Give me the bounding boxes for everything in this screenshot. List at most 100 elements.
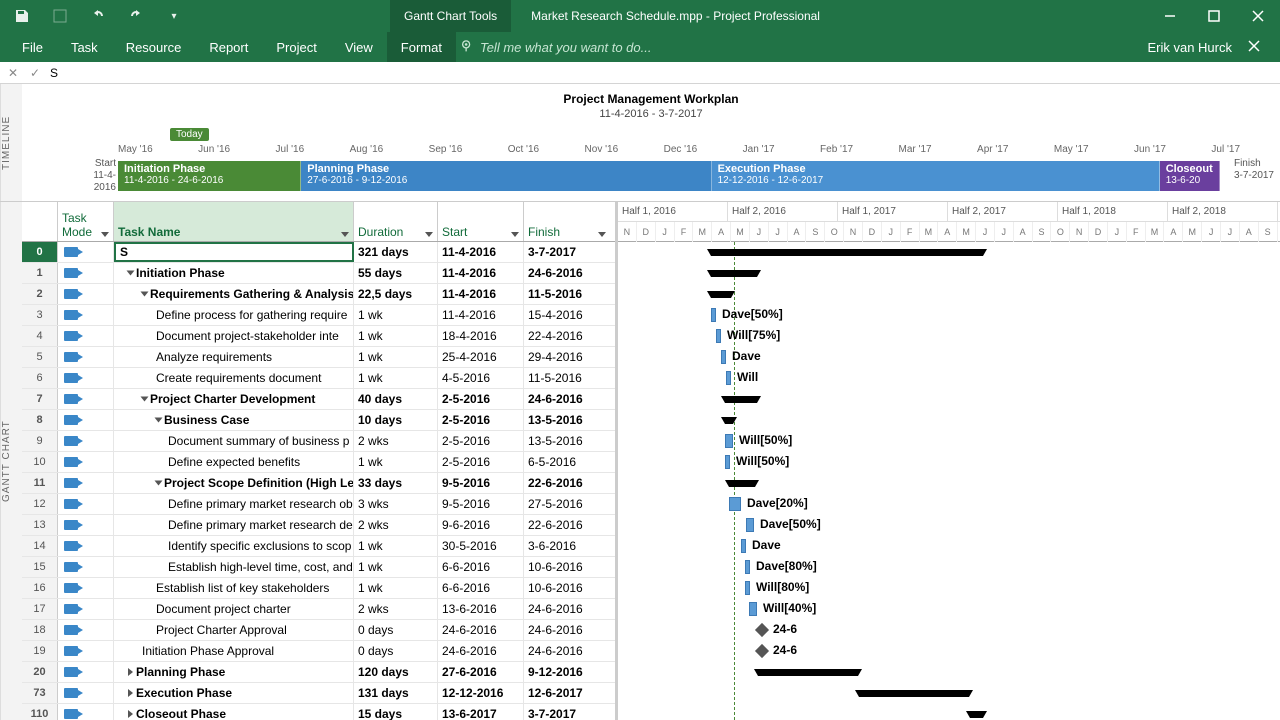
task-row[interactable]: 16Establish list of key stakeholders1 wk…	[22, 578, 615, 599]
start-cell[interactable]: 2-5-2016	[438, 431, 524, 451]
gantt-task-bar[interactable]	[749, 602, 757, 616]
finish-cell[interactable]: 24-6-2016	[524, 620, 610, 640]
task-name-cell[interactable]: Project Charter Development	[114, 389, 354, 409]
chevron-down-icon[interactable]	[511, 232, 519, 237]
duration-cell[interactable]: 22,5 days	[354, 284, 438, 304]
undo-icon[interactable]	[88, 6, 108, 26]
row-id[interactable]: 3	[22, 305, 58, 325]
ribbon-tab-file[interactable]: File	[8, 32, 57, 62]
start-cell[interactable]: 13-6-2016	[438, 599, 524, 619]
col-finish[interactable]: Finish	[524, 202, 610, 241]
close-button[interactable]	[1236, 0, 1280, 32]
ribbon-close-icon[interactable]	[1248, 40, 1260, 55]
gantt-task-bar[interactable]	[746, 518, 754, 532]
task-name-cell[interactable]: S	[114, 242, 354, 262]
task-row[interactable]: 10Define expected benefits1 wk2-5-20166-…	[22, 452, 615, 473]
tell-me-search[interactable]: Tell me what you want to do...	[460, 40, 652, 55]
row-id[interactable]: 11	[22, 473, 58, 493]
task-name-cell[interactable]: Requirements Gathering & Analysis	[114, 284, 354, 304]
ribbon-tab-project[interactable]: Project	[262, 32, 330, 62]
start-cell[interactable]: 11-4-2016	[438, 242, 524, 262]
row-id[interactable]: 13	[22, 515, 58, 535]
minimize-button[interactable]	[1148, 0, 1192, 32]
task-mode-cell[interactable]	[58, 515, 114, 535]
gantt-task-bar[interactable]	[725, 455, 730, 469]
duration-cell[interactable]: 1 wk	[354, 305, 438, 325]
finish-cell[interactable]: 9-12-2016	[524, 662, 610, 682]
task-row[interactable]: 14Identify specific exclusions to scop1 …	[22, 536, 615, 557]
task-row[interactable]: 18Project Charter Approval0 days24-6-201…	[22, 620, 615, 641]
finish-cell[interactable]: 11-5-2016	[524, 368, 610, 388]
task-mode-cell[interactable]	[58, 305, 114, 325]
task-mode-cell[interactable]	[58, 326, 114, 346]
task-row[interactable]: 20Planning Phase120 days27-6-20169-12-20…	[22, 662, 615, 683]
start-cell[interactable]: 30-5-2016	[438, 536, 524, 556]
start-cell[interactable]: 24-6-2016	[438, 620, 524, 640]
duration-cell[interactable]: 55 days	[354, 263, 438, 283]
task-name-cell[interactable]: Execution Phase	[114, 683, 354, 703]
start-cell[interactable]: 27-6-2016	[438, 662, 524, 682]
outline-toggle-icon[interactable]	[141, 291, 149, 296]
gantt-task-bar[interactable]	[721, 350, 726, 364]
row-id[interactable]: 10	[22, 452, 58, 472]
entry-input[interactable]	[48, 66, 1276, 80]
task-mode-cell[interactable]	[58, 452, 114, 472]
gantt-summary-bar[interactable]	[711, 270, 757, 277]
start-cell[interactable]: 18-4-2016	[438, 326, 524, 346]
task-row[interactable]: 19Initiation Phase Approval0 days24-6-20…	[22, 641, 615, 662]
duration-cell[interactable]: 33 days	[354, 473, 438, 493]
outline-toggle-icon[interactable]	[127, 270, 135, 275]
task-mode-cell[interactable]	[58, 431, 114, 451]
finish-cell[interactable]: 24-6-2016	[524, 599, 610, 619]
row-id[interactable]: 15	[22, 557, 58, 577]
outline-toggle-icon[interactable]	[155, 480, 163, 485]
duration-cell[interactable]: 1 wk	[354, 347, 438, 367]
start-cell[interactable]: 11-4-2016	[438, 263, 524, 283]
task-name-cell[interactable]: Define primary market research de	[114, 515, 354, 535]
row-id[interactable]: 5	[22, 347, 58, 367]
start-cell[interactable]: 4-5-2016	[438, 368, 524, 388]
start-cell[interactable]: 6-6-2016	[438, 578, 524, 598]
outline-toggle-icon[interactable]	[128, 710, 133, 718]
finish-cell[interactable]: 22-6-2016	[524, 515, 610, 535]
duration-cell[interactable]: 131 days	[354, 683, 438, 703]
timeline-phase-bar[interactable]: Closeout13-6-20	[1160, 161, 1220, 191]
row-id[interactable]: 110	[22, 704, 58, 720]
task-mode-cell[interactable]	[58, 473, 114, 493]
gantt-task-bar[interactable]	[716, 329, 721, 343]
duration-cell[interactable]: 10 days	[354, 410, 438, 430]
gantt-task-bar[interactable]	[726, 371, 731, 385]
finish-cell[interactable]: 3-6-2016	[524, 536, 610, 556]
gantt-summary-bar[interactable]	[859, 690, 969, 697]
start-cell[interactable]: 2-5-2016	[438, 452, 524, 472]
chevron-down-icon[interactable]	[341, 232, 349, 237]
timeline-phase-bar[interactable]: Initiation Phase11-4-2016 - 24-6-2016	[118, 161, 301, 191]
task-name-cell[interactable]: Initiation Phase Approval	[114, 641, 354, 661]
row-id[interactable]: 20	[22, 662, 58, 682]
row-id[interactable]: 0	[22, 242, 58, 262]
duration-cell[interactable]: 0 days	[354, 641, 438, 661]
duration-cell[interactable]: 1 wk	[354, 557, 438, 577]
finish-cell[interactable]: 13-5-2016	[524, 410, 610, 430]
row-id[interactable]: 73	[22, 683, 58, 703]
row-id[interactable]: 7	[22, 389, 58, 409]
finish-cell[interactable]: 12-6-2017	[524, 683, 610, 703]
col-start[interactable]: Start	[438, 202, 524, 241]
gantt-task-bar[interactable]	[729, 497, 741, 511]
task-name-cell[interactable]: Document project-stakeholder inte	[114, 326, 354, 346]
save-icon[interactable]	[12, 6, 32, 26]
task-row[interactable]: 9Document summary of business p2 wks2-5-…	[22, 431, 615, 452]
task-name-cell[interactable]: Initiation Phase	[114, 263, 354, 283]
row-id[interactable]: 1	[22, 263, 58, 283]
gantt-task-bar[interactable]	[745, 581, 750, 595]
finish-cell[interactable]: 24-6-2016	[524, 263, 610, 283]
duration-cell[interactable]: 2 wks	[354, 431, 438, 451]
finish-cell[interactable]: 10-6-2016	[524, 557, 610, 577]
outline-toggle-icon[interactable]	[141, 396, 149, 401]
task-row[interactable]: 2 Requirements Gathering & Analysis22,5 d…	[22, 284, 615, 305]
row-id[interactable]: 2	[22, 284, 58, 304]
ribbon-tab-view[interactable]: View	[331, 32, 387, 62]
task-row[interactable]: 8Business Case10 days2-5-201613-5-2016	[22, 410, 615, 431]
task-row[interactable]: 3Define process for gathering require1 w…	[22, 305, 615, 326]
duration-cell[interactable]: 3 wks	[354, 494, 438, 514]
